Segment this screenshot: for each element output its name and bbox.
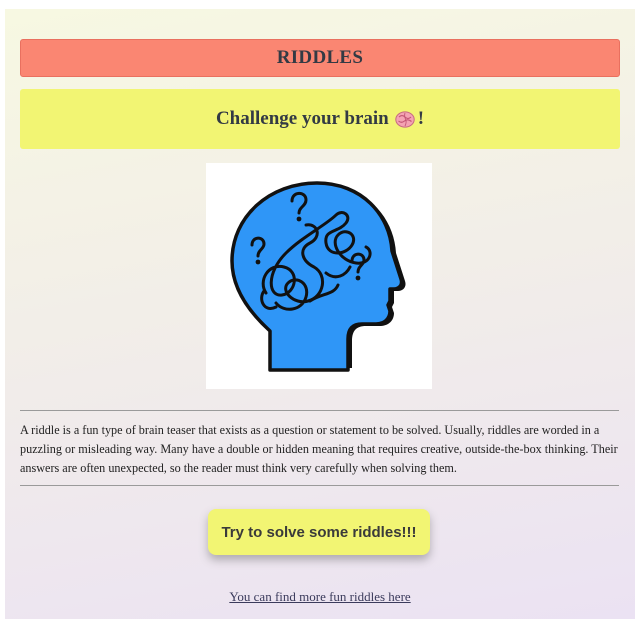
- title-banner: RIDDLES: [20, 39, 620, 77]
- tagline-suffix: !: [417, 108, 425, 129]
- tagline-banner: Challenge your brain !: [20, 89, 620, 149]
- brain-emoji-icon: [395, 110, 415, 128]
- divider-top: [20, 410, 619, 411]
- divider-bottom: [20, 485, 619, 486]
- head-with-question-marks-icon: [230, 181, 406, 372]
- tagline-text: Challenge your brain: [215, 108, 389, 129]
- page: RIDDLES Challenge your brain ! A riddle …: [5, 9, 635, 619]
- more-riddles-link[interactable]: You can find more fun riddles here: [5, 589, 635, 605]
- description-text: A riddle is a fun type of brain teaser t…: [20, 423, 618, 475]
- page-title: RIDDLES: [276, 47, 364, 68]
- brain-illustration: [206, 163, 432, 389]
- solve-riddles-button-label: Try to solve some riddles!!!: [221, 523, 417, 541]
- solve-riddles-button[interactable]: Try to solve some riddles!!!: [208, 509, 430, 555]
